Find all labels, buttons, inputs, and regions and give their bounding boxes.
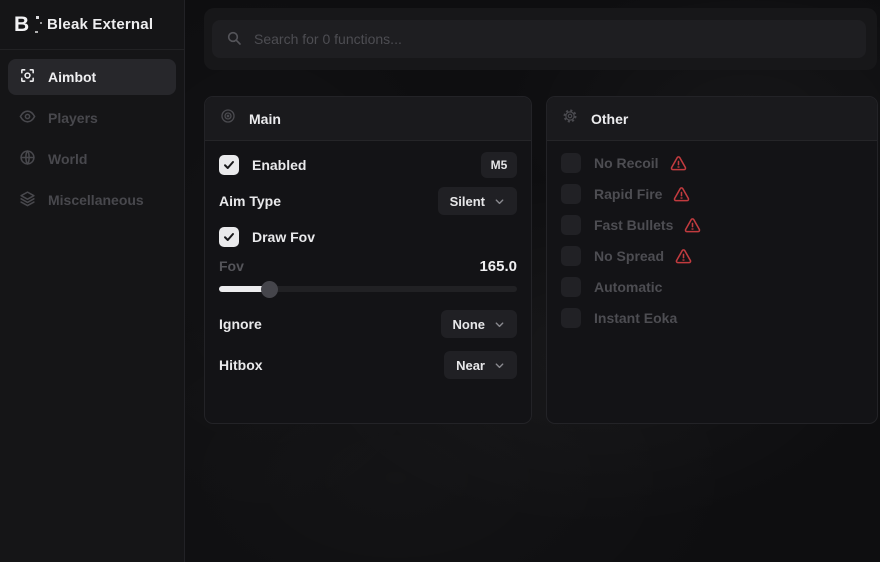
draw-fov-row: Draw Fov [219, 224, 517, 250]
aim-type-label: Aim Type [219, 193, 281, 209]
fov-value: 165.0 [479, 258, 517, 275]
main-panel: Main Enabled M5 Aim Type Silent [204, 96, 532, 424]
ignore-label: Ignore [219, 316, 262, 332]
no-spread-row: No Spread [561, 245, 863, 267]
app-logo: B [14, 14, 36, 36]
fov-value-row: Fov 165.0 [219, 257, 517, 275]
sidebar-item-players[interactable]: Players [8, 100, 176, 136]
rapid-fire-label: Rapid Fire [594, 186, 662, 202]
sidebar-item-miscellaneous[interactable]: Miscellaneous [8, 182, 176, 218]
sidebar-item-label: Aimbot [48, 69, 96, 85]
eye-icon [19, 108, 36, 128]
rapid-fire-checkbox[interactable] [561, 184, 581, 204]
no-recoil-row: No Recoil [561, 152, 863, 174]
instant-eoka-label: Instant Eoka [594, 310, 677, 326]
search-container: Search for 0 functions... [204, 8, 877, 70]
rapid-fire-row: Rapid Fire [561, 183, 863, 205]
fov-slider[interactable] [219, 281, 517, 297]
aim-type-value: Silent [450, 194, 485, 209]
layers-icon [19, 190, 36, 210]
no-recoil-checkbox[interactable] [561, 153, 581, 173]
chevron-down-icon [494, 360, 505, 371]
instant-eoka-checkbox[interactable] [561, 308, 581, 328]
aim-type-dropdown[interactable]: Silent [438, 187, 517, 215]
sidebar-item-label: Miscellaneous [48, 192, 144, 208]
fast-bullets-label: Fast Bullets [594, 217, 673, 233]
sidebar-item-label: World [48, 151, 87, 167]
logo-pixel [35, 31, 38, 33]
ignore-dropdown[interactable]: None [441, 310, 518, 338]
search-placeholder: Search for 0 functions... [254, 31, 402, 47]
enabled-row: Enabled M5 [219, 152, 517, 178]
panel-title: Main [249, 111, 281, 127]
hitbox-row: Hitbox Near [219, 351, 517, 379]
main-panel-body: Enabled M5 Aim Type Silent Draw Fov [205, 141, 531, 379]
draw-fov-checkbox[interactable] [219, 227, 239, 247]
sidebar-nav: Aimbot Players World [0, 50, 184, 227]
warning-icon [675, 248, 692, 265]
warning-icon [684, 217, 701, 234]
enabled-checkbox[interactable] [219, 155, 239, 175]
automatic-row: Automatic [561, 276, 863, 298]
instant-eoka-row: Instant Eoka [561, 307, 863, 329]
sidebar-item-label: Players [48, 110, 98, 126]
fov-slider-thumb[interactable] [261, 281, 278, 298]
chevron-down-icon [494, 319, 505, 330]
ignore-value: None [453, 317, 486, 332]
fast-bullets-row: Fast Bullets [561, 214, 863, 236]
no-recoil-label: No Recoil [594, 155, 659, 171]
warning-icon [670, 155, 687, 172]
enabled-label: Enabled [252, 157, 306, 173]
other-panel-header: Other [547, 97, 877, 141]
no-spread-checkbox[interactable] [561, 246, 581, 266]
fast-bullets-checkbox[interactable] [561, 215, 581, 235]
sidebar-item-aimbot[interactable]: Aimbot [8, 59, 176, 95]
sidebar: B Bleak External Aimbot [0, 0, 185, 562]
ignore-row: Ignore None [219, 310, 517, 338]
globe-icon [19, 149, 36, 169]
logo-letter: B [14, 13, 29, 36]
panel-title: Other [591, 111, 628, 127]
app-title: Bleak External [47, 16, 153, 33]
logo-pixel [40, 22, 42, 24]
crosshair-scan-icon [19, 67, 36, 87]
warning-icon [673, 186, 690, 203]
search-icon [226, 30, 242, 49]
hitbox-label: Hitbox [219, 357, 263, 373]
draw-fov-label: Draw Fov [252, 229, 315, 245]
no-spread-label: No Spread [594, 248, 664, 264]
target-icon [220, 108, 236, 129]
other-panel-body: No Recoil Rapid Fire Fast Bullets [547, 141, 877, 329]
sidebar-item-world[interactable]: World [8, 141, 176, 177]
hitbox-dropdown[interactable]: Near [444, 351, 517, 379]
logo-pixel [36, 16, 39, 19]
automatic-checkbox[interactable] [561, 277, 581, 297]
fov-label: Fov [219, 258, 244, 274]
chevron-down-icon [494, 196, 505, 207]
check-icon [223, 231, 235, 243]
keybind-button[interactable]: M5 [481, 152, 517, 178]
other-panel: Other No Recoil Rapid Fire [546, 96, 878, 424]
app-header: B Bleak External [0, 0, 184, 50]
aim-type-row: Aim Type Silent [219, 187, 517, 215]
search-input[interactable]: Search for 0 functions... [212, 20, 866, 58]
check-icon [223, 159, 235, 171]
automatic-label: Automatic [594, 279, 662, 295]
gear-icon [562, 108, 578, 129]
main-panel-header: Main [205, 97, 531, 141]
hitbox-value: Near [456, 358, 485, 373]
